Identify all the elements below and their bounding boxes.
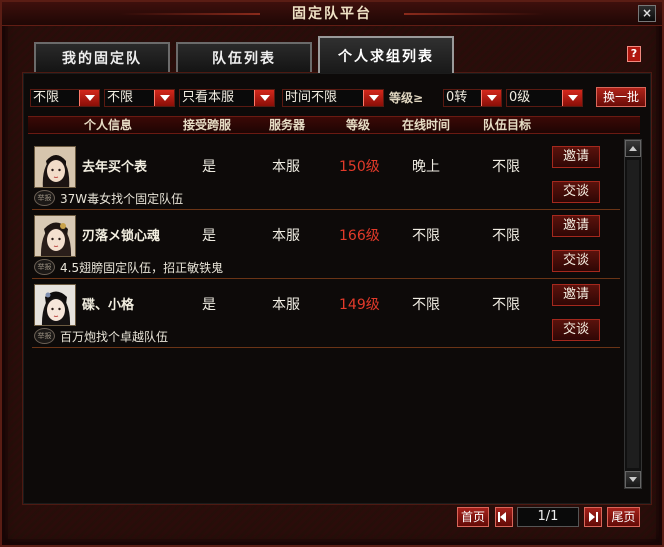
last-page-button[interactable]: 尾页 — [607, 507, 640, 527]
filter-select-1[interactable]: 不限 — [30, 89, 100, 107]
filter-bar: 不限 不限 只看本服 时间不限 等级≥ 0转 0级 换一批 — [30, 87, 650, 109]
avatar[interactable] — [34, 146, 76, 188]
column-header-cross: 接受跨服 — [183, 118, 232, 132]
invite-button[interactable]: 邀请 — [552, 146, 600, 168]
player-message: 百万炮找个卓越队伍 — [60, 330, 169, 344]
chevron-down-icon — [79, 90, 99, 106]
chat-button[interactable]: 交谈 — [552, 181, 600, 203]
player-message: 4.5翅膀固定队伍，招正敏铁鬼 — [60, 261, 224, 275]
table-row: 刃落メ锁心魂 是 本服 166级 不限 不限 举报 4.5翅膀固定队伍，招正敏铁… — [32, 211, 620, 279]
prev-page-icon[interactable] — [495, 507, 513, 527]
first-page-button[interactable]: 首页 — [457, 507, 489, 527]
column-header-server: 服务器 — [269, 118, 306, 132]
chat-button[interactable]: 交谈 — [552, 319, 600, 341]
player-name: 刃落メ锁心魂 — [82, 229, 161, 244]
level-value: 166级 — [339, 228, 380, 244]
scroll-down-icon[interactable] — [625, 471, 641, 488]
server-value: 本服 — [272, 228, 300, 244]
chevron-down-icon — [481, 90, 501, 106]
pagination: 首页 1/1 尾页 — [457, 507, 642, 529]
column-header-info: 个人信息 — [84, 118, 133, 132]
team-goal-value: 不限 — [492, 228, 520, 244]
close-icon[interactable]: × — [638, 5, 656, 22]
page-indicator: 1/1 — [517, 507, 579, 527]
report-icon[interactable]: 举报 — [34, 190, 55, 206]
column-header-level: 等级 — [346, 118, 371, 132]
rebirth-select-value: 0转 — [446, 90, 468, 105]
server-value: 本服 — [272, 297, 300, 313]
chevron-down-icon — [363, 90, 383, 106]
scroll-track[interactable] — [627, 160, 639, 468]
player-message: 37W毒女找个固定队伍 — [60, 192, 184, 206]
online-time-value: 不限 — [412, 228, 440, 244]
filter-select-2-value: 不限 — [107, 90, 134, 105]
report-icon[interactable]: 举报 — [34, 259, 55, 275]
invite-button[interactable]: 邀请 — [552, 284, 600, 306]
team-goal-value: 不限 — [492, 297, 520, 313]
filter-select-2[interactable]: 不限 — [104, 89, 175, 107]
online-time-value: 不限 — [412, 297, 440, 313]
title-ornament-left — [120, 13, 260, 15]
level-value: 150级 — [339, 159, 380, 175]
tab-team-list[interactable]: 队伍列表 — [176, 42, 312, 72]
server-select[interactable]: 只看本服 — [179, 89, 275, 107]
table-row: 碟、小格 是 本服 149级 不限 不限 举报 百万炮找个卓越队伍 邀请 交谈 — [32, 280, 620, 348]
chat-button[interactable]: 交谈 — [552, 250, 600, 272]
player-name: 去年买个表 — [82, 160, 148, 175]
list-scrollbar[interactable] — [624, 139, 642, 489]
title-bar[interactable]: 固定队平台 × — [2, 2, 662, 26]
title-ornament-right — [404, 13, 544, 15]
next-page-icon[interactable] — [584, 507, 602, 527]
column-header-online: 在线时间 — [402, 118, 451, 132]
player-name: 碟、小格 — [82, 298, 135, 313]
help-icon[interactable]: ? — [627, 46, 641, 62]
level-select-value: 0级 — [509, 90, 531, 105]
chevron-down-icon — [154, 90, 174, 106]
level-value: 149级 — [339, 297, 380, 313]
team-goal-value: 不限 — [492, 159, 520, 175]
rebirth-select[interactable]: 0转 — [443, 89, 502, 107]
scroll-up-icon[interactable] — [625, 140, 641, 157]
team-platform-window: 固定队平台 × 我的固定队 队伍列表 个人求组列表 ? 不限 不限 只看本服 时… — [0, 0, 664, 547]
window-title: 固定队平台 — [292, 6, 372, 22]
server-select-value: 只看本服 — [182, 90, 235, 105]
tab-personal-list[interactable]: 个人求组列表 — [318, 36, 454, 73]
cross-server-value: 是 — [202, 297, 216, 313]
server-value: 本服 — [272, 159, 300, 175]
cross-server-value: 是 — [202, 159, 216, 175]
time-select[interactable]: 时间不限 — [282, 89, 384, 107]
cross-server-value: 是 — [202, 228, 216, 244]
column-header-goal: 队伍目标 — [483, 118, 532, 132]
refresh-button[interactable]: 换一批 — [596, 87, 646, 107]
level-select[interactable]: 0级 — [506, 89, 583, 107]
chevron-down-icon — [254, 90, 274, 106]
table-row: 去年买个表 是 本服 150级 晚上 不限 举报 37W毒女找个固定队伍 邀请 … — [32, 142, 620, 210]
time-select-value: 时间不限 — [285, 90, 338, 105]
level-filter-label: 等级≥ — [389, 91, 424, 105]
chevron-down-icon — [562, 90, 582, 106]
table-header: 个人信息 接受跨服 服务器 等级 在线时间 队伍目标 — [28, 116, 640, 134]
tab-my-team[interactable]: 我的固定队 — [34, 42, 170, 72]
avatar[interactable] — [34, 215, 76, 257]
online-time-value: 晚上 — [412, 159, 440, 175]
filter-select-1-value: 不限 — [33, 90, 60, 105]
report-icon[interactable]: 举报 — [34, 328, 55, 344]
avatar[interactable] — [34, 284, 76, 326]
invite-button[interactable]: 邀请 — [552, 215, 600, 237]
